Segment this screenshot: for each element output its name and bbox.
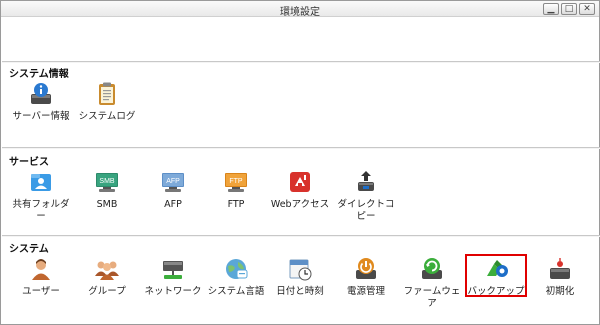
language-icon [223, 256, 249, 282]
close-icon: ✕ [583, 4, 591, 14]
initialize-icon [547, 256, 573, 282]
window-controls: ▁ □ ✕ [543, 3, 595, 15]
direct-copy-icon [353, 169, 379, 195]
item-label: ダイレクトコピー [337, 199, 395, 222]
system-log-icon [94, 81, 120, 107]
item-initialize[interactable]: 初期化 [529, 256, 591, 298]
item-label: ファームウェア [403, 286, 461, 309]
firmware-icon [419, 256, 445, 282]
web-access-icon [287, 169, 313, 195]
item-group[interactable]: グループ [76, 256, 138, 298]
item-firmware[interactable]: ファームウェア [401, 256, 463, 310]
item-user[interactable]: ユーザー [10, 256, 72, 298]
item-label: グループ [88, 286, 126, 297]
item-server-info[interactable]: サーバー情報 [10, 81, 72, 123]
power-icon [353, 256, 379, 282]
window-title: 環境設定 [280, 7, 320, 18]
divider [2, 236, 600, 237]
close-button[interactable]: ✕ [579, 3, 595, 15]
section-title-system-info: システム情報 [9, 69, 69, 80]
divider [2, 148, 600, 149]
maximize-icon: □ [564, 4, 574, 14]
svg-text:SMB: SMB [99, 178, 115, 185]
smb-icon: SMB [94, 169, 120, 195]
shared-folder-icon [28, 169, 54, 195]
item-backup[interactable]: バックアップ [465, 254, 527, 297]
item-label: サーバー情報 [12, 111, 70, 122]
divider [2, 62, 600, 63]
svg-text:FTP: FTP [229, 178, 243, 185]
item-network[interactable]: ネットワーク [142, 256, 204, 298]
ftp-icon: FTP [223, 169, 249, 195]
settings-window: 環境設定 ▁ □ ✕ システム情報 サーバー情報 システムログ サービス 共有フ… [0, 0, 600, 325]
item-label: 初期化 [545, 286, 575, 297]
minimize-button[interactable]: ▁ [543, 3, 559, 15]
item-smb[interactable]: SMB SMB [76, 169, 138, 211]
item-label: システムログ [78, 111, 136, 122]
item-date-time[interactable]: 日付と時刻 [269, 256, 331, 298]
section-title-services: サービス [9, 157, 49, 168]
item-ftp[interactable]: FTP FTP [205, 169, 267, 211]
backup-icon [483, 256, 509, 282]
maximize-button[interactable]: □ [561, 3, 577, 15]
item-label: 共有フォルダー [12, 199, 70, 222]
item-afp[interactable]: AFP AFP [142, 169, 204, 211]
item-label: バックアップ [467, 286, 525, 297]
item-web-access[interactable]: Webアクセス [269, 169, 331, 211]
afp-icon: AFP [160, 169, 186, 195]
item-label: システム言語 [207, 286, 265, 297]
item-system-log[interactable]: システムログ [76, 81, 138, 123]
item-label: AFP [164, 199, 182, 210]
minimize-icon: ▁ [547, 4, 555, 14]
item-label: 電源管理 [346, 286, 385, 297]
user-icon [28, 256, 54, 282]
group-icon [94, 256, 120, 282]
item-label: FTP [227, 199, 245, 210]
date-time-icon [287, 256, 313, 282]
svg-text:AFP: AFP [166, 178, 180, 185]
item-label: ネットワーク [144, 286, 202, 297]
item-power-management[interactable]: 電源管理 [335, 256, 397, 298]
item-label: 日付と時刻 [276, 286, 324, 297]
item-direct-copy[interactable]: ダイレクトコピー [335, 169, 397, 223]
network-icon [160, 256, 186, 282]
item-shared-folder[interactable]: 共有フォルダー [10, 169, 72, 223]
server-info-icon [28, 81, 54, 107]
item-label: ユーザー [22, 286, 60, 297]
item-label: Webアクセス [270, 199, 330, 210]
section-title-system: システム [9, 244, 49, 255]
item-label: SMB [96, 199, 118, 210]
item-system-language[interactable]: システム言語 [205, 256, 267, 298]
title-bar: 環境設定 ▁ □ ✕ [1, 1, 599, 18]
